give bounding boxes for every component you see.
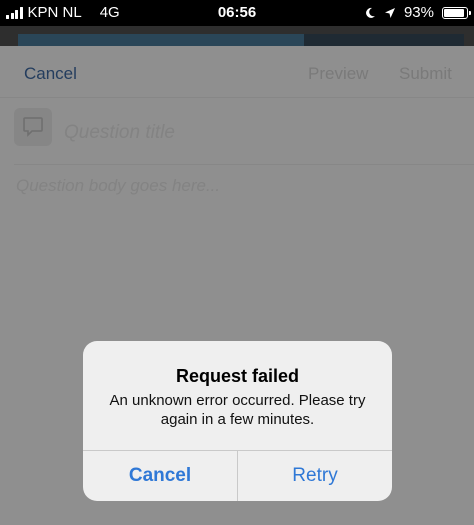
- alert-cancel-button[interactable]: Cancel: [83, 451, 238, 501]
- navigation-bar: Cancel Preview Submit: [0, 46, 474, 98]
- battery-icon: [442, 6, 471, 19]
- submit-button[interactable]: Submit: [399, 64, 452, 84]
- location-arrow-icon: [384, 7, 395, 18]
- moon-icon: [366, 7, 375, 18]
- alert-title: Request failed: [175, 366, 300, 386]
- alert-retry-button[interactable]: Retry: [238, 451, 392, 501]
- question-title-row: Question title: [0, 100, 474, 164]
- speech-bubble-icon: [14, 108, 52, 146]
- error-alert-dialog: Request failed An unknown error occurred…: [83, 341, 392, 501]
- status-bar: KPN NL 4G 06:56 93%: [0, 0, 474, 26]
- cancel-nav-button[interactable]: Cancel: [24, 64, 77, 84]
- status-bar-right: 93%: [365, 4, 471, 21]
- question-title-input[interactable]: Question title: [64, 122, 175, 144]
- divider: [14, 164, 474, 165]
- question-body-input[interactable]: Question body goes here...: [16, 176, 220, 196]
- alert-message: An unknown error occurred. Please try ag…: [109, 392, 366, 428]
- preview-button[interactable]: Preview: [308, 64, 368, 84]
- alert-actions: Cancel Retry: [83, 450, 392, 501]
- battery-percentage: 93%: [403, 4, 434, 21]
- header-strip: [0, 26, 474, 46]
